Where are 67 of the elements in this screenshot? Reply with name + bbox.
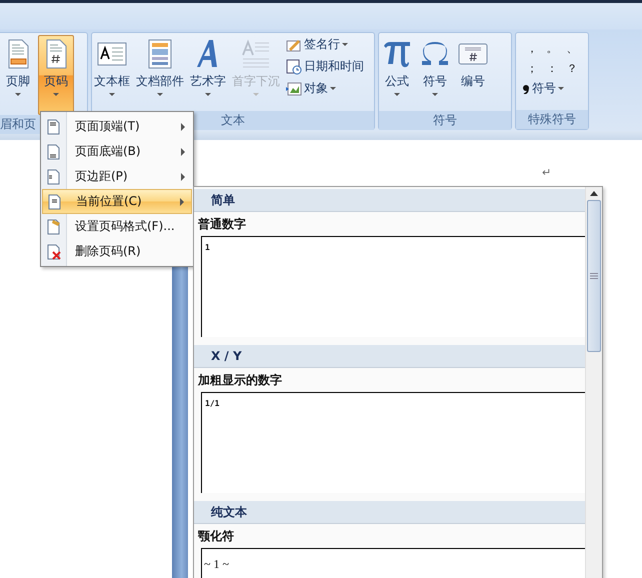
caret-icon: [432, 93, 438, 97]
gallery-item-title: 颚化符: [197, 528, 235, 545]
submenu-arrow-icon: [181, 172, 185, 180]
paragraph-mark: ↵: [542, 166, 552, 179]
ribbon-button[interactable]: 公式: [379, 35, 415, 111]
submenu-arrow-icon: [181, 122, 185, 130]
scroll-up-icon[interactable]: [590, 191, 598, 196]
page-number-icon: [45, 168, 61, 184]
drop-cap-icon: [240, 38, 272, 70]
symbol-button[interactable]: 、: [562, 39, 582, 57]
symbol-button[interactable]: ；: [522, 59, 542, 77]
page-number-icon: [46, 194, 62, 210]
page-number-preview: ~ 1 ~: [204, 557, 229, 572]
submenu-arrow-icon: [180, 198, 184, 206]
page-number-icon: [45, 118, 61, 134]
symbol-menu-button[interactable]: 符号: [522, 79, 582, 98]
gallery-item-title: 加粗显示的数字: [196, 372, 283, 389]
caret-icon: [157, 93, 163, 97]
caret-icon: [253, 93, 259, 97]
menu-item[interactable]: 页面底端(B): [41, 139, 193, 164]
gallery-header: 纯文本: [194, 501, 585, 524]
page-number-icon: [45, 144, 61, 160]
ribbon-button[interactable]: 页脚: [0, 35, 36, 111]
ribbon-button[interactable]: 文本框: [92, 35, 132, 111]
ribbon-small-button[interactable]: 日期和时间: [286, 57, 364, 76]
menu-item[interactable]: 删除页码(R): [41, 239, 193, 264]
page-number-preview: 1/1: [204, 399, 220, 408]
submenu-arrow-icon: [181, 148, 185, 156]
picture-frame-icon: [286, 80, 302, 96]
caret-icon: [394, 93, 400, 97]
menu-item[interactable]: 设置页码格式(F)...: [41, 214, 193, 239]
gallery-preview[interactable]: ~ 1 ~: [201, 548, 585, 578]
ribbon-button[interactable]: 文档部件: [134, 35, 186, 111]
ribbon-small-button[interactable]: 对象: [286, 79, 364, 98]
ribbon-button[interactable]: 艺术字: [188, 35, 228, 111]
grip-icon: [590, 273, 598, 279]
gallery-header: X / Y: [194, 345, 585, 368]
ribbon-button[interactable]: 页码: [38, 35, 74, 115]
gallery-preview[interactable]: 1/1: [201, 392, 585, 493]
gallery-preview[interactable]: 1: [201, 236, 585, 337]
caret-icon: [15, 93, 21, 97]
symbol-button[interactable]: ？: [562, 59, 582, 77]
comma-icon: [522, 84, 530, 94]
symbol-button[interactable]: ：: [542, 59, 562, 77]
group-label: 特殊符号: [516, 110, 588, 129]
gallery-header: 简单: [194, 189, 585, 212]
page-number-preview: 1: [204, 243, 210, 252]
gallery-item-title: 普通数字: [197, 216, 247, 233]
ribbon-button[interactable]: 符号: [417, 35, 453, 111]
scroll-bar[interactable]: [585, 187, 602, 578]
ribbon-small-button[interactable]: 签名行: [286, 35, 364, 54]
delete-page-icon: [45, 244, 61, 260]
symbol-button[interactable]: ，: [522, 39, 542, 57]
caret-icon: [330, 86, 336, 90]
format-page-icon: [45, 218, 61, 234]
menu-item[interactable]: 页边距(P): [41, 164, 193, 189]
group-label: 符号: [379, 111, 511, 130]
scroll-thumb[interactable]: [587, 200, 601, 352]
menu-item[interactable]: 当前位置(C): [42, 189, 192, 214]
ribbon-button[interactable]: 编号: [455, 35, 491, 111]
calendar-icon: [286, 58, 302, 74]
symbol-button[interactable]: 。: [542, 39, 562, 57]
caret-icon: [558, 86, 564, 90]
caret-icon: [205, 93, 211, 97]
caret-icon: [53, 93, 59, 97]
caret-icon: [109, 93, 115, 97]
caret-icon: [342, 42, 348, 46]
